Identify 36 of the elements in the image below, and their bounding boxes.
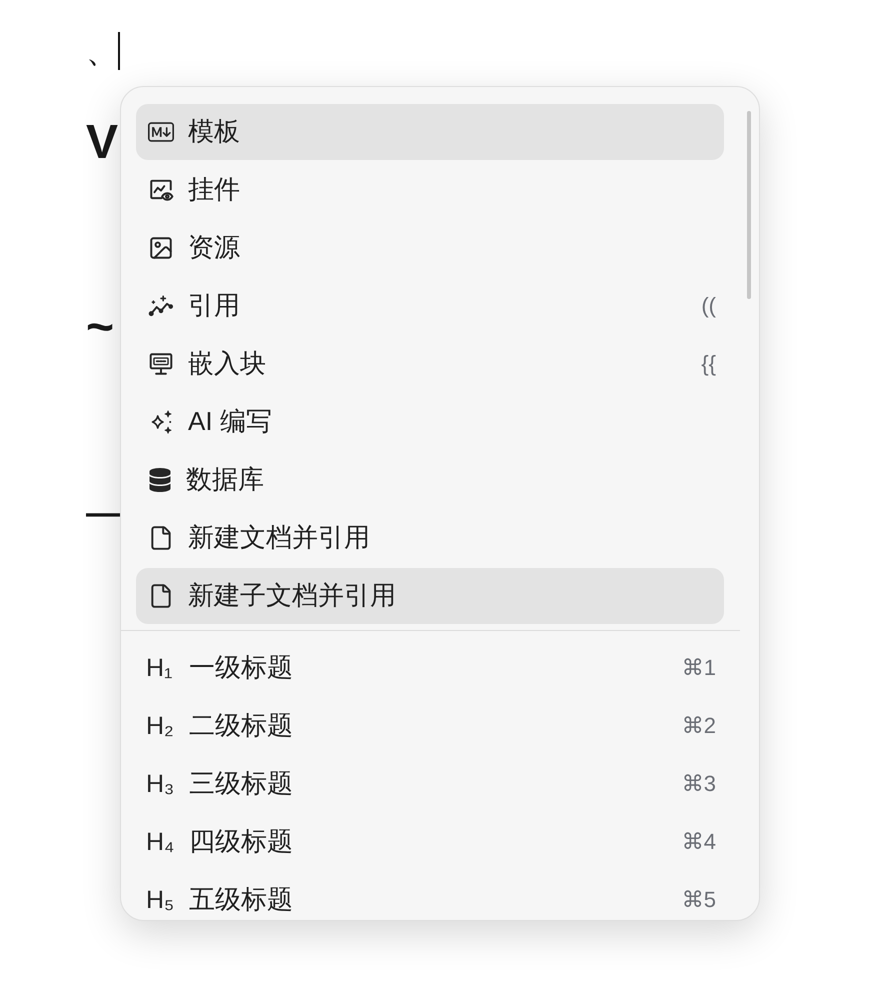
shortcut-hint: ⌘5 xyxy=(682,886,716,914)
menu-item[interactable]: AI 编写 xyxy=(136,394,724,450)
image-icon xyxy=(148,235,174,261)
menu-item[interactable]: 数据库 xyxy=(136,452,724,508)
heading-marker: H₃ xyxy=(146,769,176,799)
chart-eye-icon xyxy=(148,177,174,203)
heading-marker: H₅ xyxy=(146,885,176,915)
menu-item[interactable]: H₂ 二级标题 ⌘2 xyxy=(136,698,724,754)
editor-text: ~ xyxy=(86,304,114,352)
menu-item[interactable]: 新建子文档并引用 xyxy=(136,568,724,624)
database-icon xyxy=(148,468,172,492)
scrollbar-thumb[interactable] xyxy=(747,111,751,299)
monitor-icon xyxy=(148,351,174,377)
menu-item[interactable]: H₃ 三级标题 ⌘3 xyxy=(136,756,724,812)
menu-item[interactable]: 资源 xyxy=(136,220,724,276)
menu-item[interactable]: H₅ 五级标题 ⌘5 xyxy=(136,872,724,920)
editor-text: V xyxy=(86,119,118,167)
menu-item[interactable]: 挂件 xyxy=(136,162,724,218)
shortcut-hint: ⌘4 xyxy=(682,828,716,856)
heading-marker: H₁ xyxy=(146,653,174,683)
menu-item[interactable]: 嵌入块 {{ xyxy=(136,336,724,392)
editor-text: 、 xyxy=(86,35,118,67)
menu-item[interactable]: 引用 (( xyxy=(136,278,724,334)
shortcut-hint: ⌘3 xyxy=(682,770,716,798)
shortcut-hint: {{ xyxy=(701,350,716,378)
menu-item[interactable]: 新建文档并引用 xyxy=(136,510,724,566)
heading-marker: H₂ xyxy=(146,711,175,741)
shortcut-hint: ⌘1 xyxy=(682,654,716,682)
shortcut-hint: ⌘2 xyxy=(682,712,716,740)
menu-item[interactable]: H₁ 一级标题 ⌘1 xyxy=(136,640,724,696)
shortcut-hint: (( xyxy=(701,292,716,320)
menu-item[interactable]: 模板 xyxy=(136,104,724,160)
editor-text: — xyxy=(86,496,120,530)
line-chart-sparkle-icon xyxy=(148,293,174,319)
menu-item[interactable]: H₄ 四级标题 ⌘4 xyxy=(136,814,724,870)
heading-marker: H₄ xyxy=(146,827,176,857)
